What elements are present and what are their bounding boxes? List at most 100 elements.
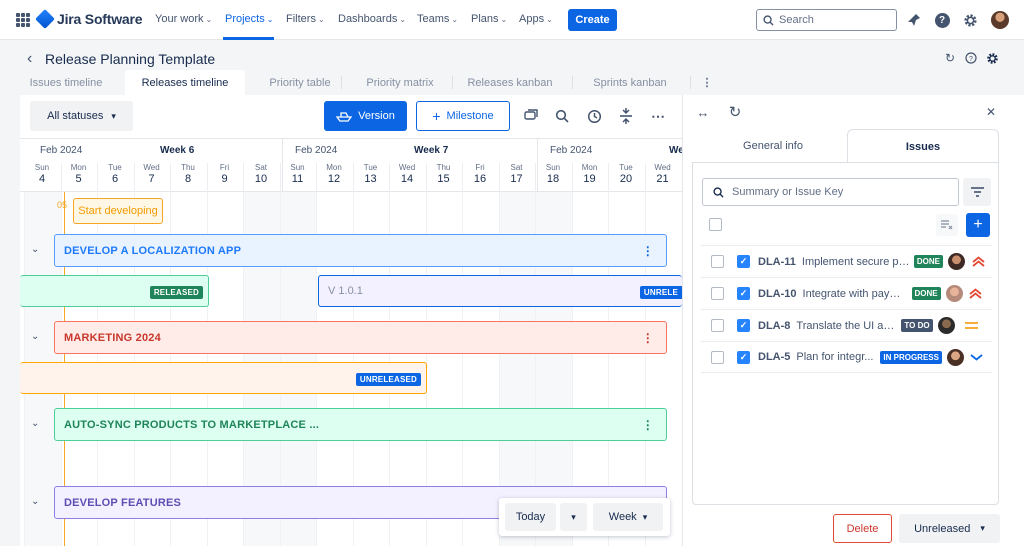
status-badge: DONE: [911, 287, 941, 300]
jira-logo[interactable]: Jira Software: [35, 9, 143, 29]
help-icon[interactable]: ?: [934, 12, 950, 28]
tab-priority-table[interactable]: Priority table: [245, 70, 355, 95]
release-group-bar[interactable]: MARKETING 2024 ⋮: [54, 321, 667, 354]
tab-issues-timeline[interactable]: Issues timeline: [20, 70, 112, 95]
included-checkbox[interactable]: ✓: [737, 350, 750, 364]
settings-icon[interactable]: [962, 12, 978, 28]
avatar[interactable]: [991, 11, 1009, 29]
history-icon[interactable]: [585, 107, 603, 125]
status-filter-dropdown[interactable]: All statuses ▾: [30, 101, 133, 131]
issue-key[interactable]: DLA-8: [758, 320, 790, 332]
nav-dashboards[interactable]: Dashboards ⌄: [338, 13, 406, 25]
issue-row[interactable]: ✓ DLA-5 Plan for integr... IN PROGRESS: [701, 341, 992, 373]
chevron-down-icon[interactable]: ▾: [560, 503, 587, 531]
app-switcher-icon[interactable]: [16, 13, 30, 27]
refresh-icon[interactable]: ↻: [943, 51, 957, 65]
nav-apps[interactable]: Apps ⌄: [519, 13, 553, 25]
nav-plans[interactable]: Plans ⌄: [471, 13, 507, 25]
release-bar[interactable]: UNRELEASED: [20, 362, 427, 394]
settings-icon[interactable]: [985, 51, 999, 65]
clear-list-icon: [941, 220, 953, 230]
search-icon[interactable]: [553, 107, 571, 125]
filter-button[interactable]: [963, 178, 991, 206]
issue-row[interactable]: ✓ DLA-10 Integrate with paym... DONE: [701, 277, 992, 309]
more-vertical-icon[interactable]: ⋮: [695, 70, 719, 95]
search-input[interactable]: Search: [756, 9, 897, 31]
included-checkbox[interactable]: ✓: [737, 319, 750, 332]
collapse-vertical-icon[interactable]: [617, 107, 635, 125]
avatar: [946, 348, 964, 366]
row-checkbox[interactable]: [711, 350, 724, 364]
more-vertical-icon[interactable]: ⋮: [642, 331, 654, 345]
tab-general-info[interactable]: General info: [692, 129, 854, 163]
day-divider: [462, 163, 463, 193]
day-name: Sat: [510, 163, 523, 172]
release-bar[interactable]: V 1.0.1 UNRELE: [318, 275, 682, 307]
release-status-dropdown[interactable]: Unreleased ▾: [899, 514, 1000, 543]
add-version-button[interactable]: Version: [324, 101, 407, 131]
issue-key[interactable]: DLA-10: [758, 288, 797, 300]
tab-priority-matrix[interactable]: Priority matrix: [345, 70, 455, 95]
nav-filters[interactable]: Filters ⌄: [286, 13, 325, 25]
row-checkbox[interactable]: [711, 319, 724, 332]
day-column-header: Mon 5: [61, 163, 97, 185]
nav-projects[interactable]: Projects ⌄: [225, 13, 273, 25]
included-checkbox[interactable]: ✓: [737, 287, 750, 300]
tab-divider: [341, 76, 342, 89]
select-all-checkbox[interactable]: [709, 218, 722, 231]
issue-search-input[interactable]: Summary or Issue Key: [702, 178, 959, 206]
comments-icon[interactable]: [522, 107, 540, 125]
day-divider: [316, 163, 317, 193]
day-name: Mon: [70, 163, 87, 172]
create-button[interactable]: Create: [568, 9, 617, 31]
more-vertical-icon[interactable]: ⋮: [642, 244, 654, 258]
chevron-down-icon[interactable]: ⌄: [31, 418, 39, 429]
issue-key[interactable]: DLA-5: [758, 351, 790, 363]
clear-selection-button[interactable]: [936, 214, 958, 236]
add-issue-button[interactable]: +: [966, 213, 990, 237]
close-icon[interactable]: ✕: [983, 104, 999, 120]
today-button[interactable]: Today: [505, 503, 556, 531]
chevron-down-icon[interactable]: ⌄: [31, 331, 39, 342]
day-divider: [498, 163, 500, 193]
issue-row[interactable]: ✓ DLA-8 Translate the UI and ... TO DO: [701, 309, 992, 341]
scale-dropdown[interactable]: Week ▾: [593, 503, 663, 531]
release-bar[interactable]: RELEASED: [20, 275, 209, 307]
nav-teams[interactable]: Teams ⌄: [417, 13, 458, 25]
expand-horizontal-icon[interactable]: ↔: [695, 104, 711, 120]
tab-releases-kanban[interactable]: Releases kanban: [455, 70, 565, 95]
tab-issues[interactable]: Issues: [847, 129, 999, 163]
nav-your-work[interactable]: Your work ⌄: [155, 13, 212, 25]
back-arrow-icon[interactable]: ‹: [27, 50, 32, 68]
more-horizontal-icon[interactable]: ⋯: [649, 107, 667, 125]
day-divider: [389, 163, 390, 193]
sync-icon[interactable]: ↻: [727, 104, 743, 121]
timeline-header: Feb 2024 Week 6 Feb 2024 Week 7 Feb 2024…: [20, 138, 682, 193]
day-name: Tue: [108, 163, 122, 172]
issue-row[interactable]: ✓ DLA-11 Implement secure pa... DONE: [701, 245, 992, 277]
delete-button[interactable]: Delete: [833, 514, 892, 543]
chevron-down-icon[interactable]: ⌄: [31, 496, 39, 507]
release-name: V 1.0.1: [328, 285, 363, 297]
more-vertical-icon[interactable]: ⋮: [642, 418, 654, 432]
row-checkbox[interactable]: [711, 255, 724, 268]
milestone-chip[interactable]: Start developing: [73, 198, 163, 224]
release-group-bar[interactable]: DEVELOP A LOCALIZATION APP ⋮: [54, 234, 667, 267]
nav-label: Apps: [519, 13, 545, 25]
chevron-down-icon[interactable]: ⌄: [31, 244, 39, 255]
active-nav-indicator: [223, 37, 274, 40]
tab-releases-timeline[interactable]: Releases timeline: [125, 70, 245, 95]
help-icon[interactable]: ?: [964, 51, 978, 65]
day-number: 5: [75, 173, 82, 185]
month-label: Feb 2024: [40, 145, 83, 156]
included-checkbox[interactable]: ✓: [737, 255, 750, 268]
release-group-bar[interactable]: AUTO-SYNC PRODUCTS TO MARKETPLACE ... ⋮: [54, 408, 667, 441]
issue-key[interactable]: DLA-11: [758, 256, 796, 268]
add-milestone-button[interactable]: + Milestone: [416, 101, 510, 131]
day-divider: [571, 163, 573, 193]
day-number: 18: [546, 173, 560, 185]
row-checkbox[interactable]: [711, 287, 724, 300]
tab-sprints-kanban[interactable]: Sprints kanban: [575, 70, 685, 95]
avatar: [945, 285, 963, 302]
notifications-icon[interactable]: [906, 12, 922, 28]
